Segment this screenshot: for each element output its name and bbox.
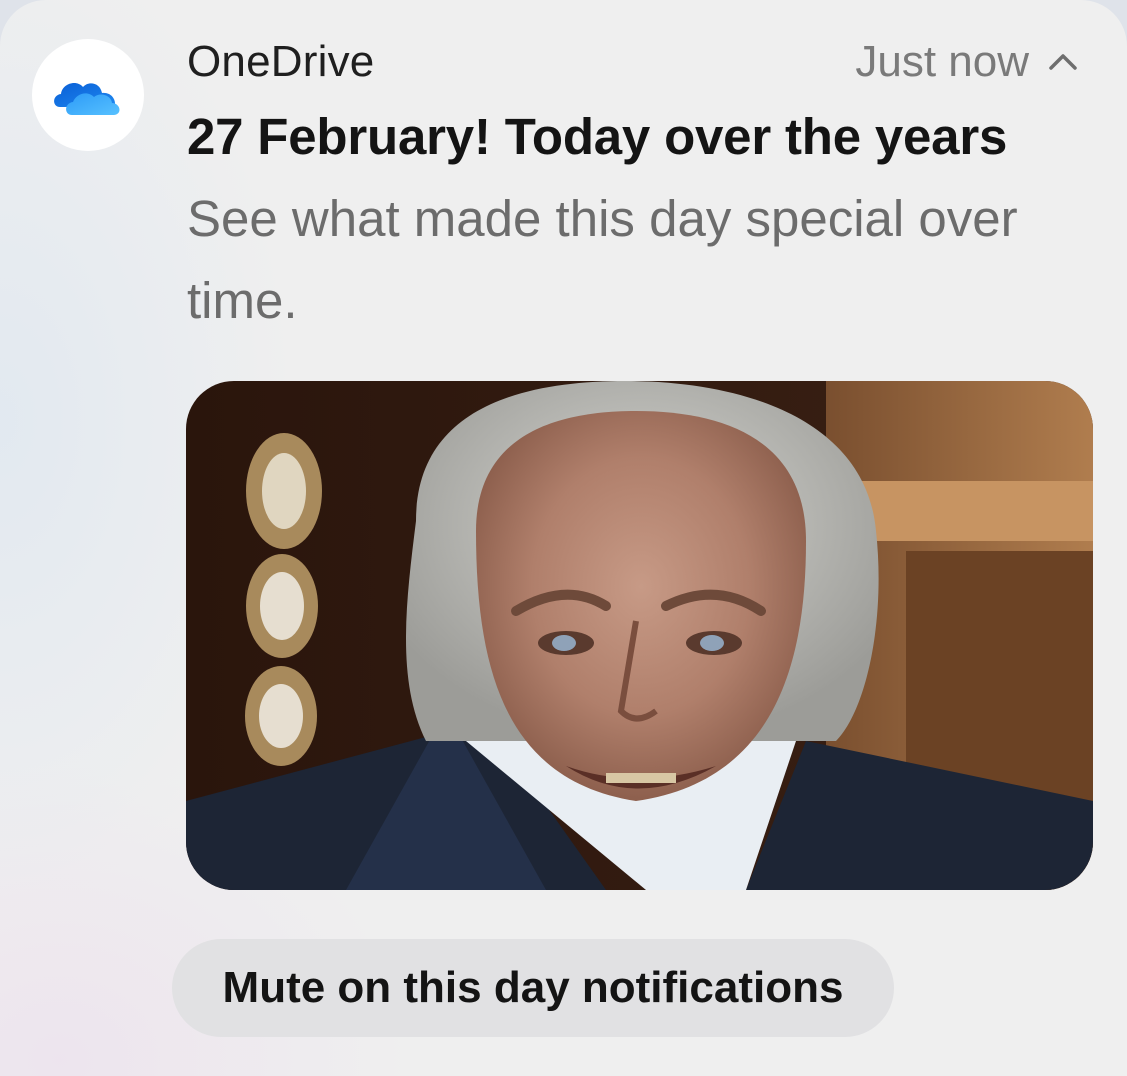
notification-body: See what made this day special over time… <box>187 190 1018 329</box>
chevron-up-icon[interactable] <box>1043 42 1083 82</box>
notification-title: 27 February! Today over the years <box>187 108 1008 165</box>
memory-photo[interactable] <box>186 381 1093 890</box>
mute-on-this-day-button[interactable]: Mute on this day notifications <box>172 939 894 1037</box>
app-name: OneDrive <box>187 37 375 86</box>
timestamp: Just now <box>855 37 1029 86</box>
onedrive-cloud-icon <box>32 39 144 151</box>
notification-header-right: Just now <box>855 36 1083 88</box>
notification-card[interactable]: OneDrive Just now 27 February! Today ove… <box>0 0 1127 1076</box>
